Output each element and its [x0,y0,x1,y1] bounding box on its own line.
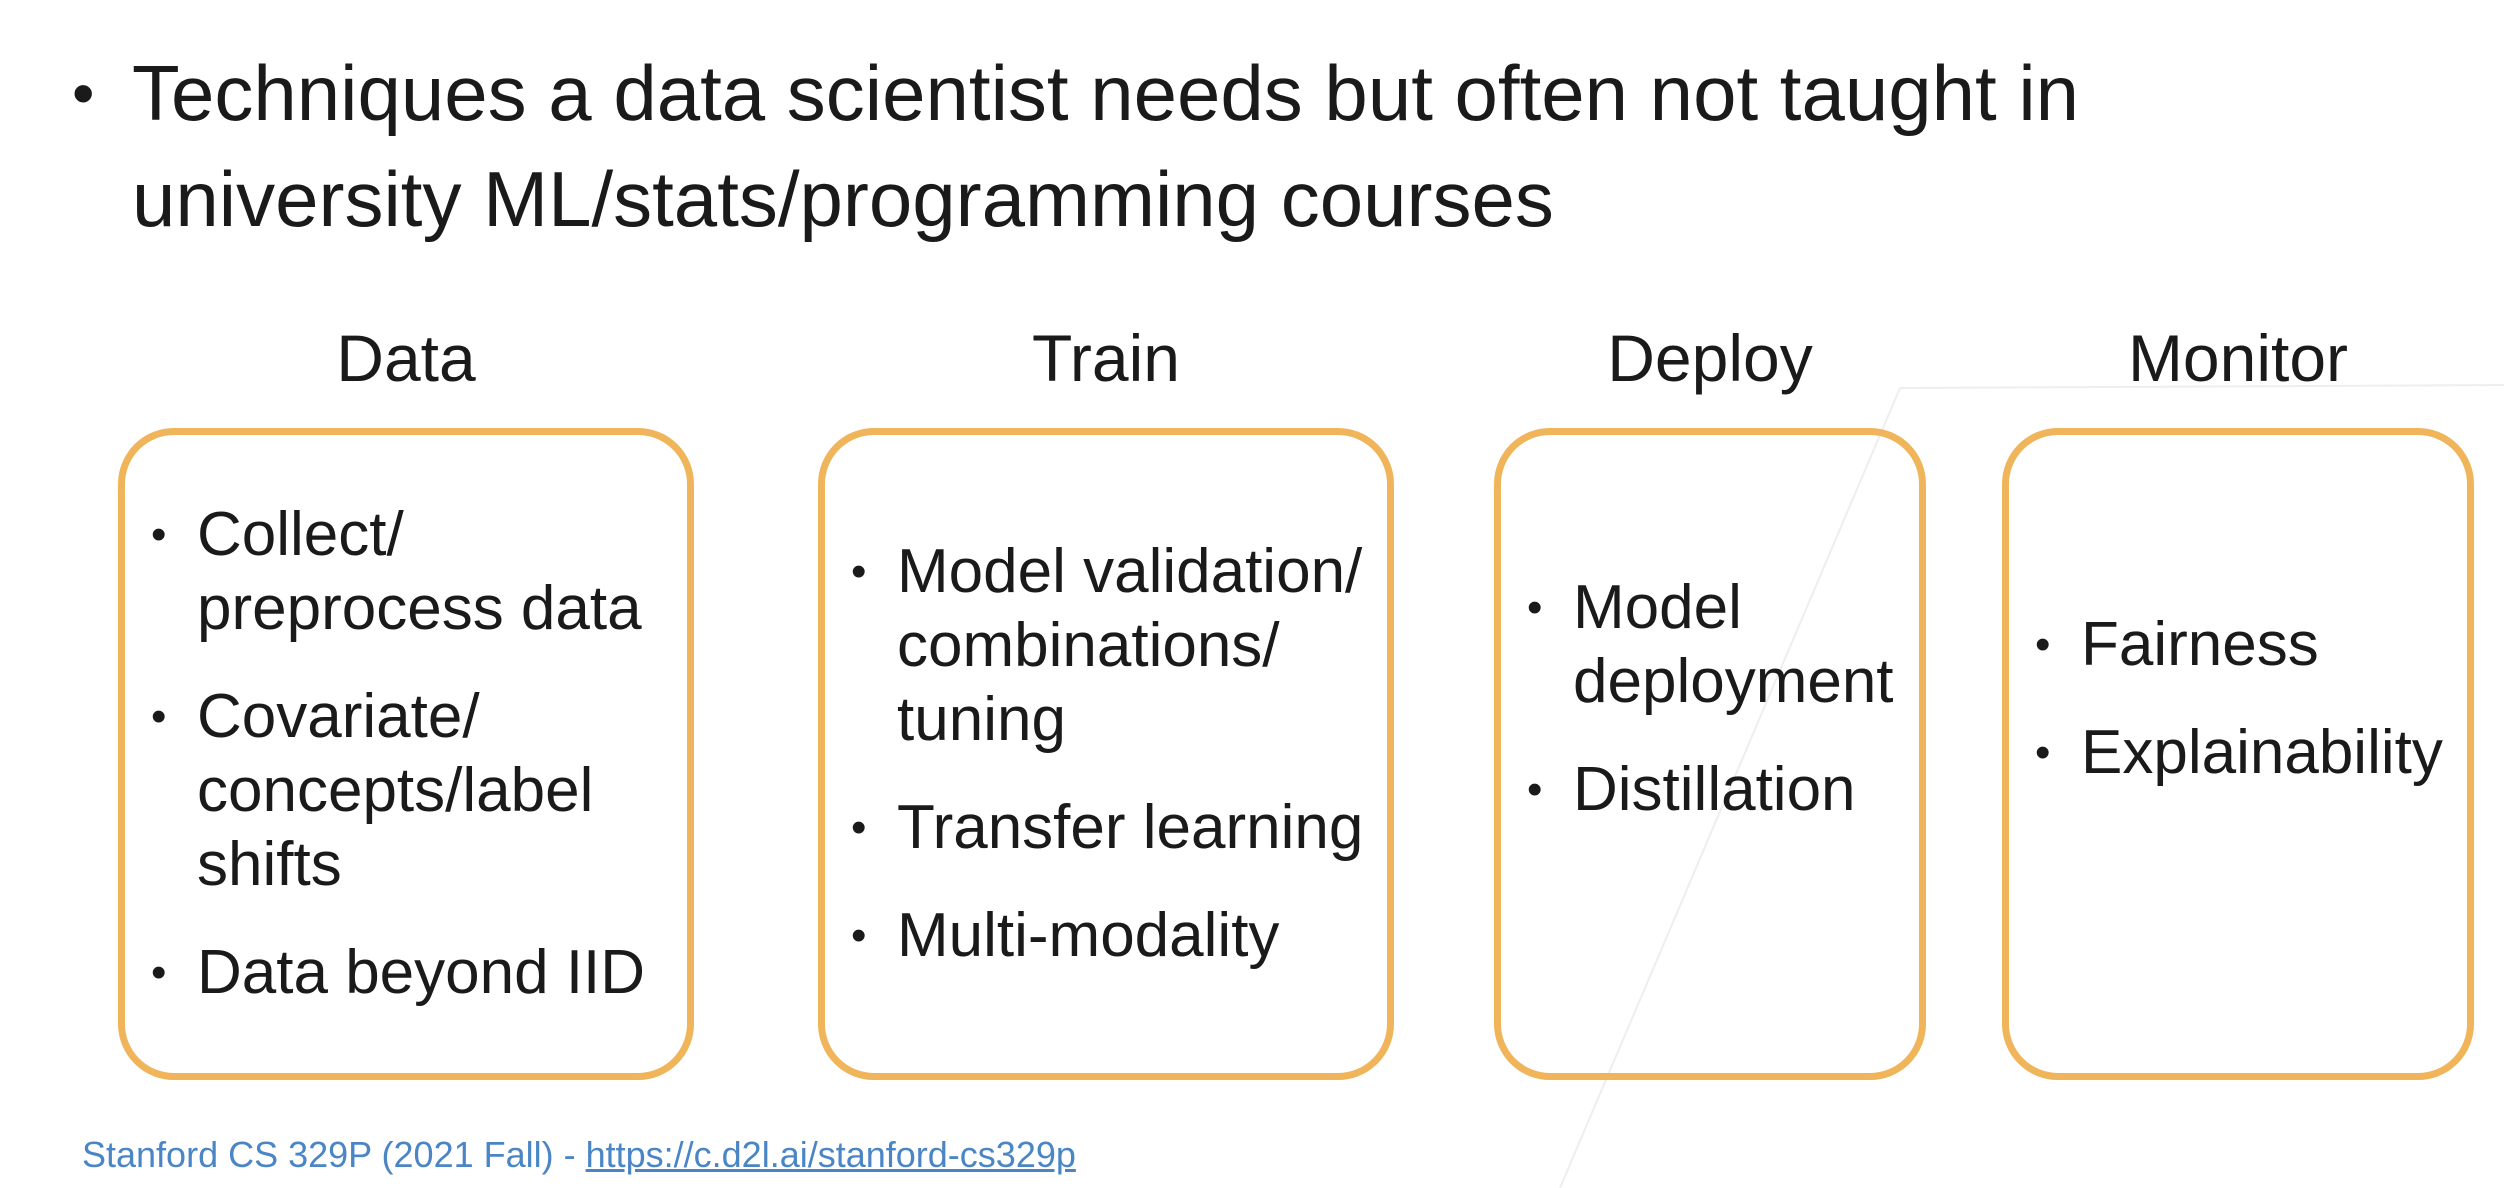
list-item-text: Distillation [1573,755,1856,824]
list-item-text: Collect/ preprocess data [197,500,642,643]
course-link[interactable]: https://c.d2l.ai/stanford-cs329p [586,1134,1076,1175]
list-item-text: Explainability [2081,718,2443,787]
column-box-deploy: • Model deployment • Distillation [1494,428,1926,1080]
bullet-dot: • [851,803,867,852]
list-item-text: Model validation/ combinations/ tuning [897,537,1363,754]
column-box-train: • Model validation/ combinations/ tuning … [818,428,1394,1080]
list-item: • Explainability [2021,716,2455,790]
bullet-dot: • [151,948,167,997]
column-title-monitor: Monitor [2127,321,2349,395]
bullet-dot: • [72,57,95,129]
list-item-text: Transfer learning [897,793,1364,862]
column-box-monitor: • Fairness • Explainability [2002,428,2474,1080]
footer-citation: Stanford CS 329P (2021 Fall) - https://c… [82,1132,1076,1178]
bullet-dot: • [151,692,167,741]
column-title-data: Data [336,321,476,395]
bullet-dot: • [2035,620,2051,669]
column-box-data: • Collect/ preprocess data • Covariate/ co… [118,428,694,1080]
list-item: • Multi-modality [837,899,1367,973]
item-list-data: • Collect/ preprocess data • Covariate/ co… [137,498,667,1010]
list-item: • Data beyond IID [137,936,667,1010]
item-list-train: • Model validation/ combinations/ tuning … [837,535,1367,973]
item-list-monitor: • Fairness • Explainability [2021,608,2455,790]
list-item: • Covariate/ concepts/label shifts [137,680,667,902]
list-item-text: Fairness [2081,610,2319,679]
column-title-deploy: Deploy [1607,321,1813,395]
list-item-text: Covariate/ concepts/label shifts [197,682,594,899]
list-item-text: Model deployment [1573,573,1894,716]
bullet-dot: • [1527,765,1543,814]
bullet-dot: • [851,911,867,960]
list-item: • Transfer learning [837,791,1367,865]
item-list-deploy: • Model deployment • Distillation [1513,571,1907,827]
bullet-dot: • [2035,728,2051,777]
list-item-text: Data beyond IID [197,938,646,1007]
slide: • Techniques a data scientist needs but … [0,0,2504,1188]
list-item: • Distillation [1513,753,1907,827]
list-item: • Fairness [2021,608,2455,682]
bullet-dot: • [151,510,167,559]
list-item-text: Multi-modality [897,901,1280,970]
bullet-dot: • [1527,583,1543,632]
main-bullet-text: Techniques a data scientist needs but of… [132,49,2080,243]
bullet-dot: • [851,547,867,596]
footer-prefix: Stanford CS 329P (2021 Fall) - [82,1134,586,1175]
list-item: • Collect/ preprocess data [137,498,667,646]
list-item: • Model validation/ combinations/ tuning [837,535,1367,757]
list-item: • Model deployment [1513,571,1907,719]
column-title-train: Train [1032,321,1180,395]
